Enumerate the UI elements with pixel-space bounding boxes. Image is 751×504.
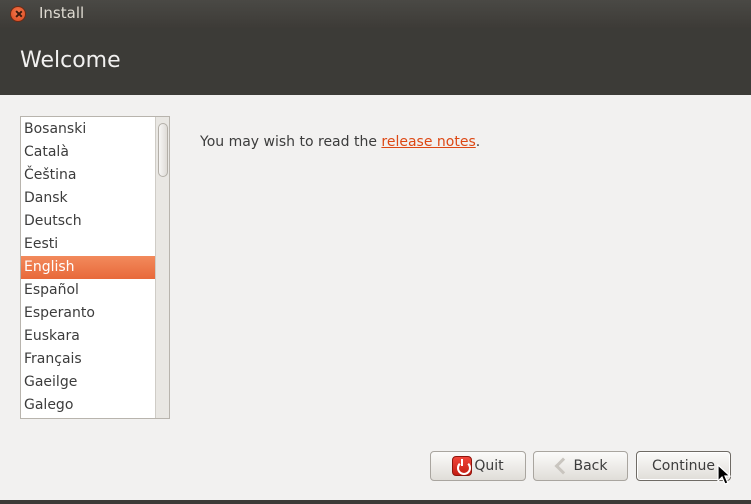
quit-button-label: Quit: [474, 458, 504, 474]
release-notes-link[interactable]: release notes: [381, 134, 475, 150]
close-icon[interactable]: [10, 6, 26, 22]
bottom-bar: [0, 500, 751, 504]
release-text-prefix: You may wish to read the: [200, 134, 382, 150]
release-notes-text: You may wish to read the release notes.: [200, 134, 480, 150]
continue-button-label: Continue: [652, 458, 715, 474]
release-text-suffix: .: [475, 134, 481, 150]
list-item[interactable]: Galego: [21, 394, 155, 417]
window-titlebar: Install: [0, 0, 751, 28]
language-list[interactable]: Bosanski Català Čeština Dansk Deutsch Ee…: [20, 116, 170, 419]
page-title: Welcome: [20, 48, 121, 73]
list-item[interactable]: Eesti: [21, 233, 155, 256]
list-item[interactable]: Bosanski: [21, 118, 155, 141]
back-arrow-icon: [554, 457, 568, 475]
list-item[interactable]: Català: [21, 141, 155, 164]
list-item[interactable]: Gaeilge: [21, 371, 155, 394]
list-item[interactable]: Español: [21, 279, 155, 302]
quit-button[interactable]: Quit: [430, 451, 526, 481]
page-header: Welcome: [0, 28, 751, 95]
list-item[interactable]: Deutsch: [21, 210, 155, 233]
list-item[interactable]: Euskara: [21, 325, 155, 348]
language-list-scrollbar[interactable]: [155, 117, 169, 418]
list-item[interactable]: Dansk: [21, 187, 155, 210]
window-title: Install: [39, 4, 85, 22]
list-item[interactable]: Esperanto: [21, 302, 155, 325]
back-button[interactable]: Back: [533, 451, 628, 481]
list-item-selected[interactable]: English: [21, 256, 155, 279]
back-button-label: Back: [573, 458, 608, 474]
mouse-cursor-icon: [717, 464, 732, 485]
list-item[interactable]: Français: [21, 348, 155, 371]
scrollbar-thumb[interactable]: [158, 123, 168, 177]
list-item[interactable]: Čeština: [21, 164, 155, 187]
power-icon: [452, 456, 473, 476]
